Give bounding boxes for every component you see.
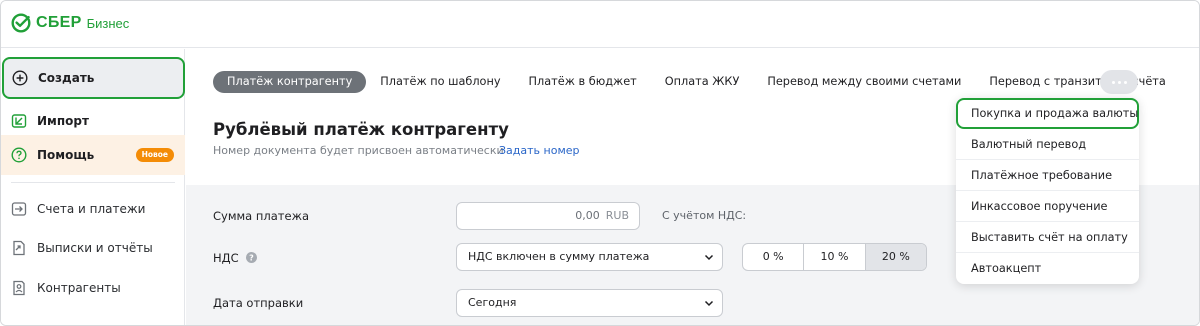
brand-name: СБЕР xyxy=(36,14,82,31)
document-number-note: Номер документа будет присвоен автоматич… xyxy=(213,144,504,157)
sber-logo-icon xyxy=(11,13,31,33)
menu-item-payment-request[interactable]: Платёжное требование xyxy=(956,160,1139,191)
sidebar-item-accounts[interactable]: Счета и платежи xyxy=(1,189,185,229)
sidebar-item-create[interactable]: Создать xyxy=(2,57,185,99)
currency-code: RUB xyxy=(605,209,629,222)
new-badge: Новое xyxy=(135,148,174,162)
more-tabs-button[interactable] xyxy=(1100,70,1138,94)
document-export-icon xyxy=(13,240,25,256)
tab-own-accounts-transfer[interactable]: Перевод между своими счетами xyxy=(753,71,975,93)
menu-item-currency-transfer[interactable]: Валютный перевод xyxy=(956,129,1139,160)
sidebar-item-label: Импорт xyxy=(37,114,89,128)
vat-select[interactable]: НДС включен в сумму платежа xyxy=(456,243,723,271)
menu-item-collection-order[interactable]: Инкассовое поручение xyxy=(956,191,1139,222)
sidebar-item-help[interactable]: Помощь Новое xyxy=(1,135,185,175)
amount-input[interactable]: 0,00 RUB xyxy=(456,202,640,230)
tab-transit-account-transfer[interactable]: Перевод с транзитного счёта xyxy=(975,71,1179,93)
arrow-in-box-icon xyxy=(11,202,27,216)
import-icon xyxy=(11,114,27,128)
brand-sub: Бизнес xyxy=(86,15,130,31)
sidebar-item-label: Контрагенты xyxy=(37,281,121,295)
more-payments-dropdown: Покупка и продажа валюты Валютный перево… xyxy=(956,98,1139,284)
send-date-select[interactable]: Сегодня xyxy=(456,289,723,317)
top-bar: СБЕР Бизнес xyxy=(1,1,1199,48)
menu-item-issue-invoice[interactable]: Выставить счёт на оплату xyxy=(956,222,1139,253)
send-date-value: Сегодня xyxy=(468,296,517,309)
vat-rate-selector: 0 % 10 % 20 % xyxy=(742,243,927,271)
amount-value: 0,00 xyxy=(575,209,600,222)
sidebar-item-label: Создать xyxy=(38,71,95,85)
sidebar-item-label: Выписки и отчёты xyxy=(37,241,153,255)
sidebar-item-label: Счета и платежи xyxy=(37,202,146,216)
menu-item-auto-accept[interactable]: Автоакцепт xyxy=(956,253,1139,284)
vat-rate-10[interactable]: 10 % xyxy=(804,244,866,270)
chevron-down-icon xyxy=(704,300,714,307)
svg-text:?: ? xyxy=(250,253,255,262)
sidebar-item-contractors[interactable]: Контрагенты xyxy=(1,268,185,308)
plus-circle-icon xyxy=(12,70,28,86)
date-label: Дата отправки xyxy=(213,296,304,310)
chevron-down-icon xyxy=(704,254,714,261)
set-number-link[interactable]: Задать номер xyxy=(499,144,580,157)
vat-rate-0[interactable]: 0 % xyxy=(743,244,805,270)
more-dots-icon xyxy=(1111,80,1115,84)
vat-select-value: НДС включен в сумму платежа xyxy=(468,250,650,263)
tab-utilities-payment[interactable]: Оплата ЖКУ xyxy=(651,71,754,93)
vat-label: НДС ? xyxy=(213,251,258,265)
info-icon[interactable]: ? xyxy=(246,252,258,263)
brand-logo[interactable]: СБЕР Бизнес xyxy=(11,13,129,33)
contacts-icon xyxy=(13,280,25,296)
tab-budget-payment[interactable]: Платёж в бюджет xyxy=(515,71,651,93)
sidebar-item-label: Помощь xyxy=(37,148,95,162)
tab-counterparty-payment[interactable]: Платёж контрагенту xyxy=(213,71,367,93)
vat-included-note: С учётом НДС: xyxy=(662,209,747,222)
amount-label: Сумма платежа xyxy=(213,209,309,223)
help-circle-icon xyxy=(11,147,27,163)
tab-template-payment[interactable]: Платёж по шаблону xyxy=(366,71,514,93)
sidebar-divider xyxy=(11,182,175,183)
payment-type-tabs: Платёж контрагенту Платёж по шаблону Пла… xyxy=(213,71,1180,93)
page-title: Рублёвый платёж контрагенту xyxy=(213,120,509,139)
vat-label-text: НДС xyxy=(213,251,239,265)
vat-rate-20[interactable]: 20 % xyxy=(865,244,926,270)
app-window: СБЕР Бизнес Создать Импорт Помощь Новое … xyxy=(0,0,1200,326)
menu-item-currency-exchange[interactable]: Покупка и продажа валюты xyxy=(956,98,1139,129)
sidebar: Создать Импорт Помощь Новое Счета и плат… xyxy=(1,49,185,325)
sidebar-item-statements[interactable]: Выписки и отчёты xyxy=(1,228,185,268)
